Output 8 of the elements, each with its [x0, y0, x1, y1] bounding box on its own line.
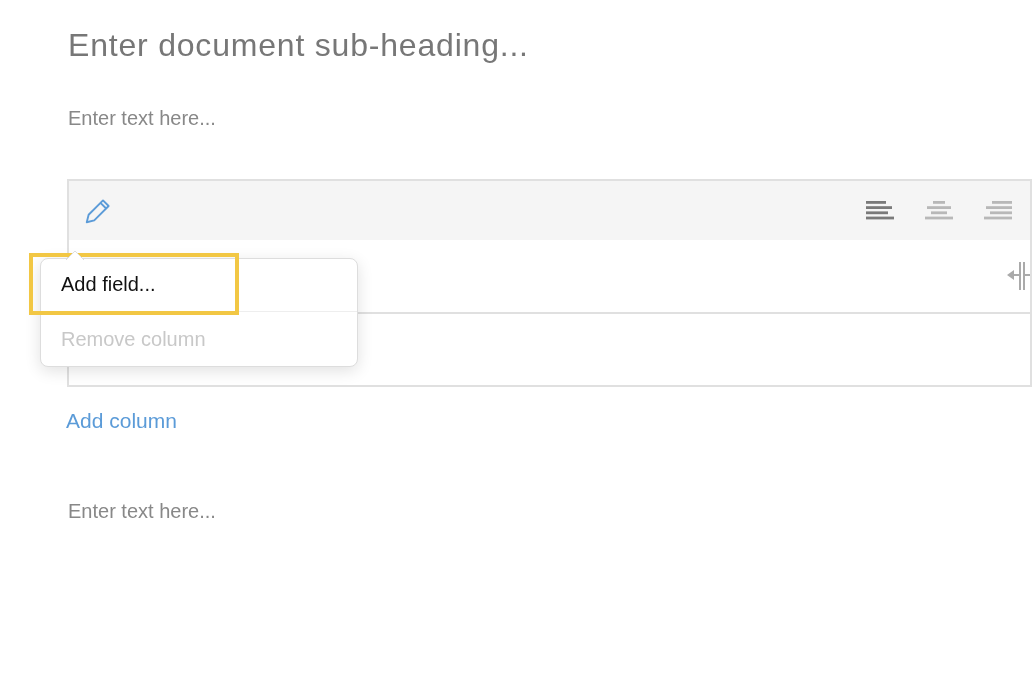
- align-left-icon: [866, 200, 894, 221]
- subheading-field[interactable]: Enter document sub-heading...: [68, 24, 868, 66]
- text-field[interactable]: Enter text here...: [68, 496, 868, 525]
- align-right-icon: [984, 200, 1012, 221]
- add-column-link[interactable]: Add column: [66, 405, 177, 437]
- text-field[interactable]: Enter text here...: [68, 104, 868, 132]
- column-resize-icon[interactable]: [1006, 260, 1030, 292]
- align-center-icon: [925, 200, 953, 221]
